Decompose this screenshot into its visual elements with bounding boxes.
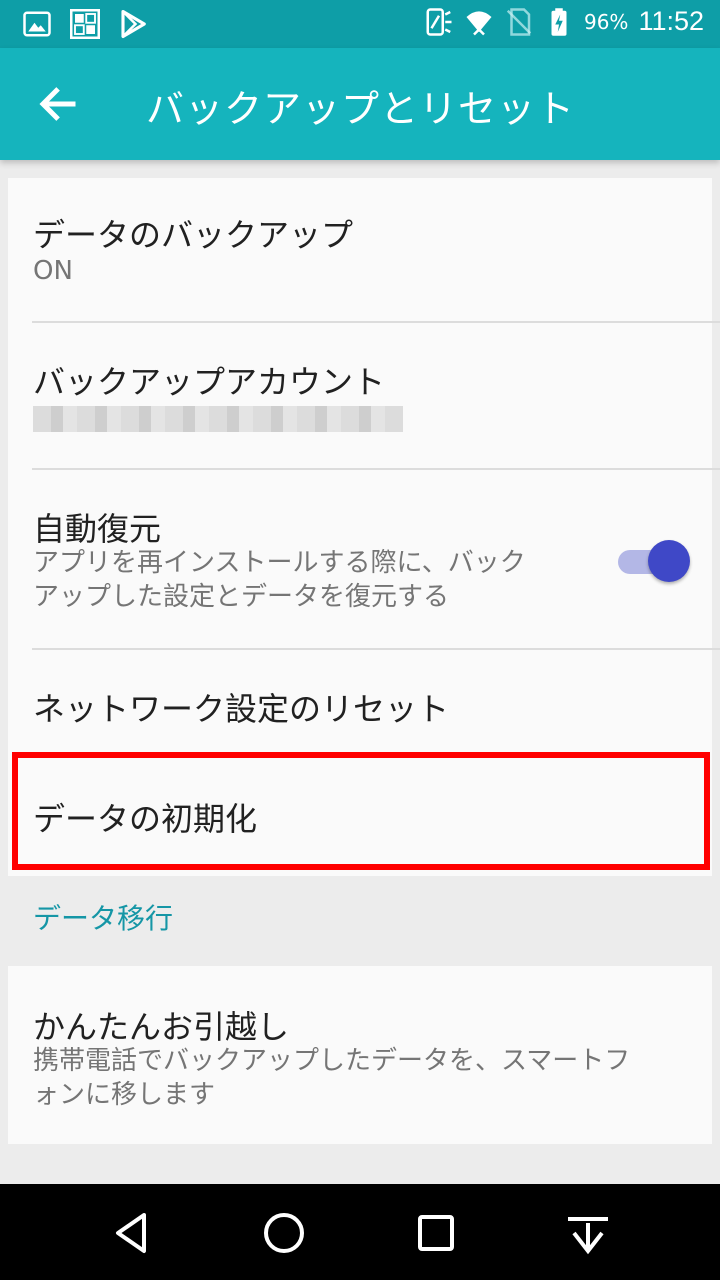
iconit-app-icon — [70, 9, 100, 39]
setting-subtitle-line1: 携帯電話でバックアップしたデータを、スマートフ — [33, 1046, 631, 1076]
play-store-icon — [118, 9, 148, 39]
app-bar: バックアップとリセット — [0, 48, 720, 160]
setting-auto-restore[interactable]: 自動復元 アプリを再インストールする際に、バック アップした設定とデータを復元す… — [8, 470, 712, 648]
wifi-icon — [464, 7, 494, 37]
battery-charging-icon — [544, 7, 574, 37]
navigation-bar — [0, 1184, 720, 1280]
setting-title: データのバックアップ — [33, 216, 354, 254]
no-sim-icon — [504, 7, 534, 37]
auto-restore-toggle[interactable] — [618, 540, 690, 584]
setting-network-reset[interactable]: ネットワーク設定のリセット — [8, 650, 712, 754]
toggle-thumb — [648, 540, 690, 582]
setting-subtitle-line1: アプリを再インストールする際に、バック — [33, 548, 526, 578]
image-icon — [22, 9, 52, 39]
setting-title: バックアップアカウント — [33, 363, 386, 401]
setting-subtitle-line2: ォンに移します — [33, 1080, 216, 1110]
status-bar-right: 96% 11:52 — [424, 6, 704, 37]
status-bar-left — [22, 9, 148, 39]
nfc-icon — [424, 7, 454, 37]
back-triangle-icon[interactable] — [107, 1208, 157, 1258]
battery-percentage: 96% — [583, 9, 629, 34]
back-arrow-icon[interactable] — [30, 76, 86, 132]
setting-easy-move[interactable]: かんたんお引越し 携帯電話でバックアップしたデータを、スマートフ ォンに移します — [8, 966, 712, 1144]
setting-title: ネットワーク設定のリセット — [33, 690, 450, 728]
setting-title: かんたんお引越し — [33, 1008, 290, 1046]
setting-backup-account[interactable]: バックアップアカウント — [8, 323, 712, 469]
highlight-box — [12, 752, 710, 870]
setting-subtitle: ON — [33, 256, 73, 286]
migration-card: かんたんお引越し 携帯電話でバックアップしたデータを、スマートフ ォンに移します — [8, 966, 712, 1144]
recents-square-icon[interactable] — [411, 1208, 461, 1258]
clock: 11:52 — [638, 6, 704, 36]
setting-subtitle-line2: アップした設定とデータを復元する — [33, 582, 450, 612]
page-title: バックアップとリセット — [146, 87, 576, 131]
hide-bar-icon[interactable] — [563, 1208, 613, 1258]
section-header-data-migration: データ移行 — [33, 902, 174, 935]
home-circle-icon[interactable] — [259, 1208, 309, 1258]
setting-title: 自動復元 — [33, 510, 162, 548]
setting-data-backup[interactable]: データのバックアップ ON — [8, 178, 712, 322]
status-bar: 96% 11:52 — [0, 0, 720, 48]
blurred-account-email — [33, 406, 403, 432]
